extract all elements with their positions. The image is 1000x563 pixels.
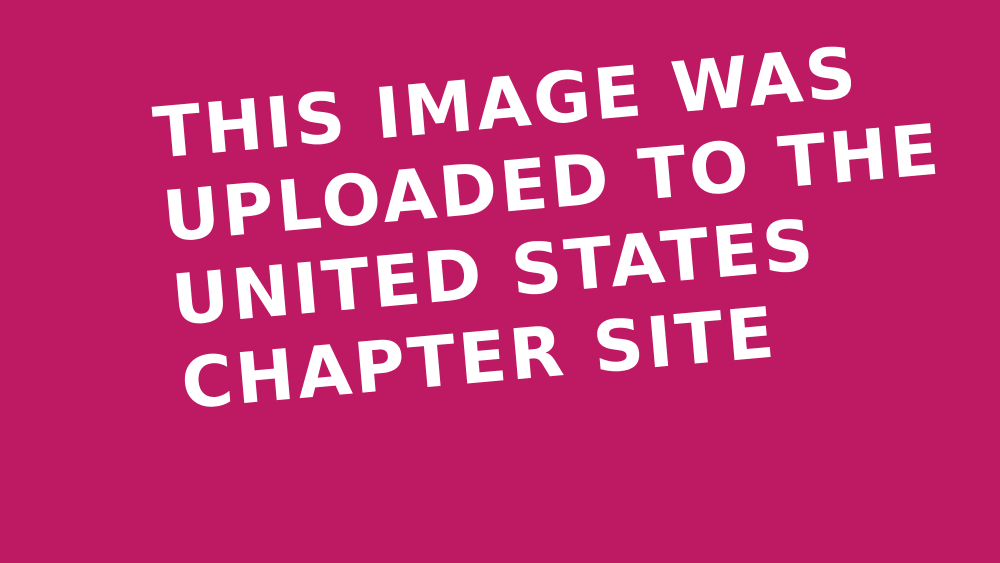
placeholder-banner: THIS IMAGE WAS UPLOADED TO THE UNITED ST…	[0, 0, 1000, 563]
placeholder-message: THIS IMAGE WAS UPLOADED TO THE UNITED ST…	[150, 26, 945, 427]
